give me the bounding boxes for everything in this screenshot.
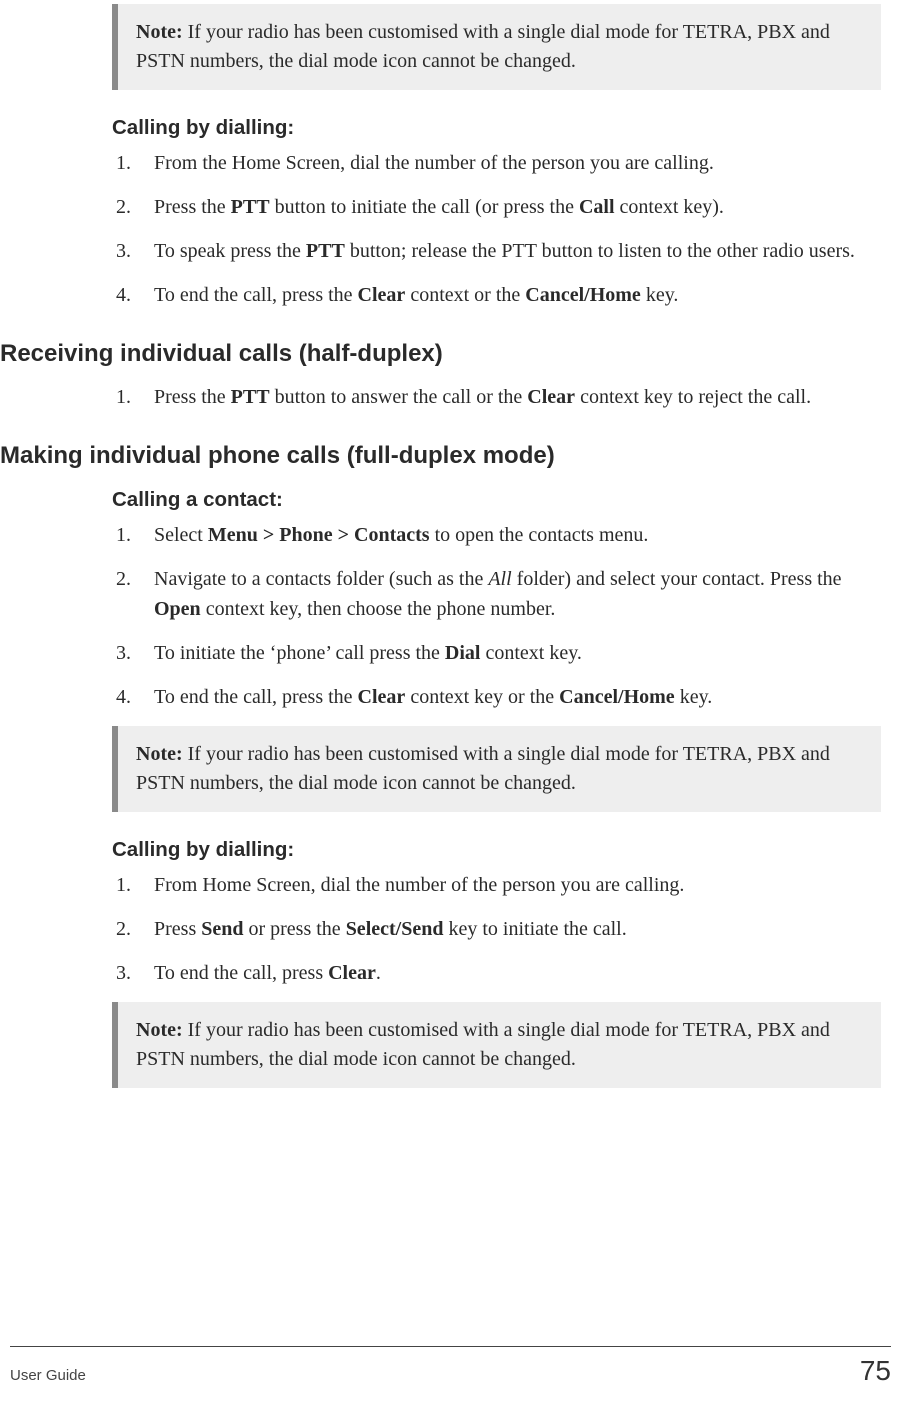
step-number: 3. [116,236,144,266]
step-number: 4. [116,682,144,712]
step-text: Press Send or press the Select/Send key … [154,914,881,944]
note-label: Note: [136,743,183,765]
step-text: Press the PTT button to initiate the cal… [154,192,881,222]
step-number: 1. [116,148,144,178]
note-label: Note: [136,1019,183,1041]
step-number: 2. [116,192,144,222]
step-number: 2. [116,914,144,944]
note-text: If your radio has been customised with a… [136,21,830,72]
list-item: 3. To initiate the ‘phone’ call press th… [112,638,881,668]
list-item: 1. Select Menu > Phone > Contacts to open… [112,520,881,550]
step-number: 1. [116,382,144,412]
note-box: Note: If your radio has been customised … [112,1002,881,1088]
subheading-calling-by-dialling-2: Calling by dialling: [112,838,881,862]
steps-list: 1. From the Home Screen, dial the number … [112,148,881,310]
steps-list: 1. From Home Screen, dial the number of t… [112,870,881,988]
footer-page-number: 75 [860,1355,891,1387]
subheading-calling-by-dialling-1: Calling by dialling: [112,116,881,140]
heading-receiving-calls: Receiving individual calls (half-duplex) [0,340,881,368]
subheading-calling-a-contact: Calling a contact: [112,488,881,512]
note-label: Note: [136,21,183,43]
step-number: 4. [116,280,144,310]
list-item: 3. To end the call, press Clear. [112,958,881,988]
step-number: 3. [116,958,144,988]
step-text: To initiate the ‘phone’ call press the D… [154,638,881,668]
note-text: If your radio has been customised with a… [136,1019,830,1070]
step-number: 1. [116,870,144,900]
page-footer: User Guide 75 [10,1346,891,1387]
list-item: 2. Press Send or press the Select/Send ke… [112,914,881,944]
note-box: Note: If your radio has been customised … [112,726,881,812]
note-box: Note: If your radio has been customised … [112,4,881,90]
footer-doc-title: User Guide [10,1367,86,1384]
step-number: 1. [116,520,144,550]
step-text: From the Home Screen, dial the number of… [154,148,881,178]
step-text: To end the call, press Clear. [154,958,881,988]
note-text: If your radio has been customised with a… [136,743,830,794]
step-text: Select Menu > Phone > Contacts to open t… [154,520,881,550]
step-number: 3. [116,638,144,668]
list-item: 4. To end the call, press the Clear conte… [112,280,881,310]
step-text: To speak press the PTT button; release t… [154,236,881,266]
heading-making-phone-calls: Making individual phone calls (full-dupl… [0,442,881,470]
list-item: 2.Navigate to a contacts folder (such as… [112,564,881,624]
step-text: Press the PTT button to answer the call … [154,382,881,412]
list-item: 1. Press the PTT button to answer the cal… [112,382,881,412]
steps-list: 1. Press the PTT button to answer the cal… [112,382,881,412]
list-item: 2. Press the PTT button to initiate the c… [112,192,881,222]
step-text: To end the call, press the Clear context… [154,280,881,310]
list-item: 1. From the Home Screen, dial the number … [112,148,881,178]
steps-list: 1. Select Menu > Phone > Contacts to open… [112,520,881,712]
list-item: 4. To end the call, press the Clear conte… [112,682,881,712]
list-item: 3. To speak press the PTT button; release… [112,236,881,266]
step-number: 2. [116,564,144,624]
step-text: From Home Screen, dial the number of the… [154,870,881,900]
step-text: To end the call, press the Clear context… [154,682,881,712]
list-item: 1. From Home Screen, dial the number of t… [112,870,881,900]
step-text: Navigate to a contacts folder (such as t… [154,564,881,624]
